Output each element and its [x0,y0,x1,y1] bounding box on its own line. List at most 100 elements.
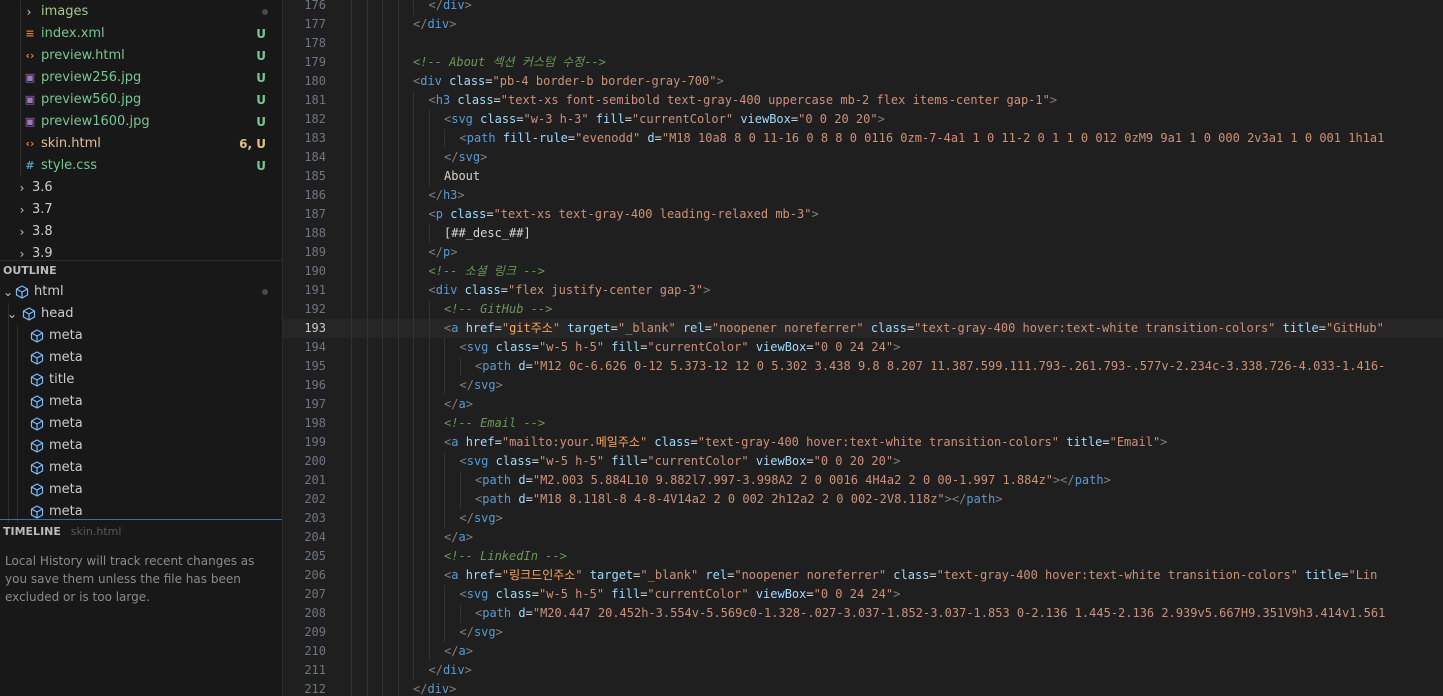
code-line[interactable]: 206 <a href="링크드인주소" target="_blank" rel=… [283,566,1443,585]
explorer-item[interactable]: # style.css U [0,155,282,177]
code-line[interactable]: 205 <!-- LinkedIn --> [283,547,1443,566]
file-name: preview560.jpg [41,92,142,107]
code-line[interactable]: 198 <!-- Email --> [283,414,1443,433]
code-token: </ [413,682,428,696]
code-line[interactable]: 184 </svg> [283,148,1443,167]
code-line[interactable]: 177 </div> [283,15,1443,34]
indent-guide [351,509,352,528]
code-line[interactable]: 194 <svg class="w-5 h-5" fill="currentCol… [283,338,1443,357]
outline-item[interactable]: meta [0,391,282,413]
code-line[interactable]: 209 </svg> [283,623,1443,642]
indent-guide [20,111,21,133]
code-line[interactable]: 211 </div> [283,661,1443,680]
code-token: " [501,568,510,582]
indent-guide [428,129,430,148]
indent-guide [397,0,399,15]
outline-item[interactable]: meta [0,435,282,457]
explorer-folder[interactable]: › 3.8 [0,221,282,243]
indent-guide [366,34,368,53]
indent-guide [351,91,352,110]
code-line[interactable]: 185 About [283,167,1443,186]
file-name: preview1600.jpg [41,114,150,129]
code-line[interactable]: 176 </div> [283,0,1443,15]
code-line[interactable]: 200 <svg class="w-5 h-5" fill="currentCol… [283,452,1443,471]
code-token: > [1160,435,1168,449]
code-token: [##_desc_##] [444,226,531,240]
code-line[interactable]: 182 <svg class="w-3 h-3" fill="currentCol… [283,110,1443,129]
indent-guide [351,395,352,414]
code-token: a [458,530,466,544]
code-line[interactable]: 204 </a> [283,528,1443,547]
code-line[interactable]: 199 <a href="mailto:your.메일주소" class="tex… [283,433,1443,452]
outline-item[interactable]: meta [0,325,282,347]
code-line[interactable]: 195 <path d="M12 0c-6.626 0-12 5.373-12 1… [283,357,1443,376]
code-token: = [531,587,540,601]
indent-guide [17,347,18,369]
code-line[interactable]: 201 <path d="M2.003 5.884L10 9.882l7.997-… [283,471,1443,490]
image-file-icon: ▣ [24,115,36,128]
code-line[interactable]: 190 <!-- 소셜 링크 --> [283,262,1443,281]
code-token: > [877,112,885,126]
timeline-header[interactable]: TIMELINE skin.html [0,521,282,543]
code-line[interactable]: 181 <h3 class="text-xs font-semibold text… [283,91,1443,110]
code-line[interactable]: 183 <path fill-rule="evenodd" d="M18 10a8… [283,129,1443,148]
outline-item[interactable]: title [0,369,282,391]
outline-item[interactable]: meta [0,413,282,435]
code-text: <path d="M2.003 5.884L10 9.882l7.997-3.9… [475,471,1111,490]
code-line[interactable]: 197 </a> [283,395,1443,414]
symbol-element-icon [30,351,44,365]
outline-item[interactable]: meta [0,479,282,501]
indent-guide [428,338,430,357]
explorer-item[interactable]: ‹› skin.html 6, U [0,133,282,155]
outline-item[interactable]: ⌄ head [0,303,282,325]
outline-item[interactable]: meta [0,347,282,369]
code-line[interactable]: 180 <div class="pb-4 border-b border-gray… [283,72,1443,91]
code-line[interactable]: 178 [283,34,1443,53]
code-line[interactable]: 203 </svg> [283,509,1443,528]
code-text: </div> [413,680,456,696]
code-line[interactable]: 187 <p class="text-xs text-gray-400 leadi… [283,205,1443,224]
code-line[interactable]: 193 <a href="git주소" target="_blank" rel="… [283,319,1443,338]
outline-label: meta [49,482,83,497]
indent-guide [351,186,352,205]
code-token: "flex justify-center gap-3" [508,283,704,297]
code-token: "0 0 24 24" [813,587,894,601]
explorer-item[interactable]: ≡ index.xml U [0,23,282,45]
line-number: 210 [304,644,326,658]
code-line[interactable]: 186 </h3> [283,186,1443,205]
explorer-folder[interactable]: › 3.7 [0,199,282,221]
code-line[interactable]: 188 [##_desc_##] [283,224,1443,243]
line-number: 176 [304,0,326,12]
indent-guide [413,585,414,604]
code-line[interactable]: 208 <path d="M20.447 20.452h-3.554v-5.569… [283,604,1443,623]
code-line[interactable]: 189 </p> [283,243,1443,262]
explorer-item[interactable]: ▣ preview560.jpg U [0,89,282,111]
code-line[interactable]: 191 <div class="flex justify-center gap-3… [283,281,1443,300]
code-editor[interactable]: 176 </div> 177 </div> 178 179 <!-- About 섹션 커스… [283,0,1443,696]
code-line[interactable]: 207 <svg class="w-5 h-5" fill="currentCol… [283,585,1443,604]
code-line[interactable]: 179 <!-- About 섹션 커스텀 수정--> [283,53,1443,72]
explorer-item[interactable]: › images [0,1,282,23]
code-line[interactable]: 192 <!-- GitHub --> [283,300,1443,319]
code-token: d [518,359,526,373]
indent-guide [413,376,414,395]
code-line[interactable]: 202 <path d="M18 8.118l-8 4-8-4V14a2 2 0 … [283,490,1443,509]
explorer-item[interactable]: ▣ preview256.jpg U [0,67,282,89]
code-line[interactable]: 210 </a> [283,642,1443,661]
outline-header[interactable]: OUTLINE [0,260,282,282]
timeline-message: Local History will track recent changes … [5,552,254,606]
outline-item[interactable]: ⌄ html [0,281,282,303]
indent-guide [351,300,352,319]
indent-guide [382,357,383,376]
explorer-item[interactable]: ‹› preview.html U [0,45,282,67]
code-line[interactable]: 196 </svg> [283,376,1443,395]
code-token: "w-5 h-5" [539,454,605,468]
code-token: < [428,93,436,107]
explorer-folder[interactable]: › 3.6 [0,177,282,199]
explorer-item[interactable]: ▣ preview1600.jpg U [0,111,282,133]
code-token: class [457,93,494,107]
code-token: rel [705,568,728,582]
outline-item[interactable]: meta [0,457,282,479]
indent-guide [366,376,368,395]
code-line[interactable]: 212 </div> [283,680,1443,696]
